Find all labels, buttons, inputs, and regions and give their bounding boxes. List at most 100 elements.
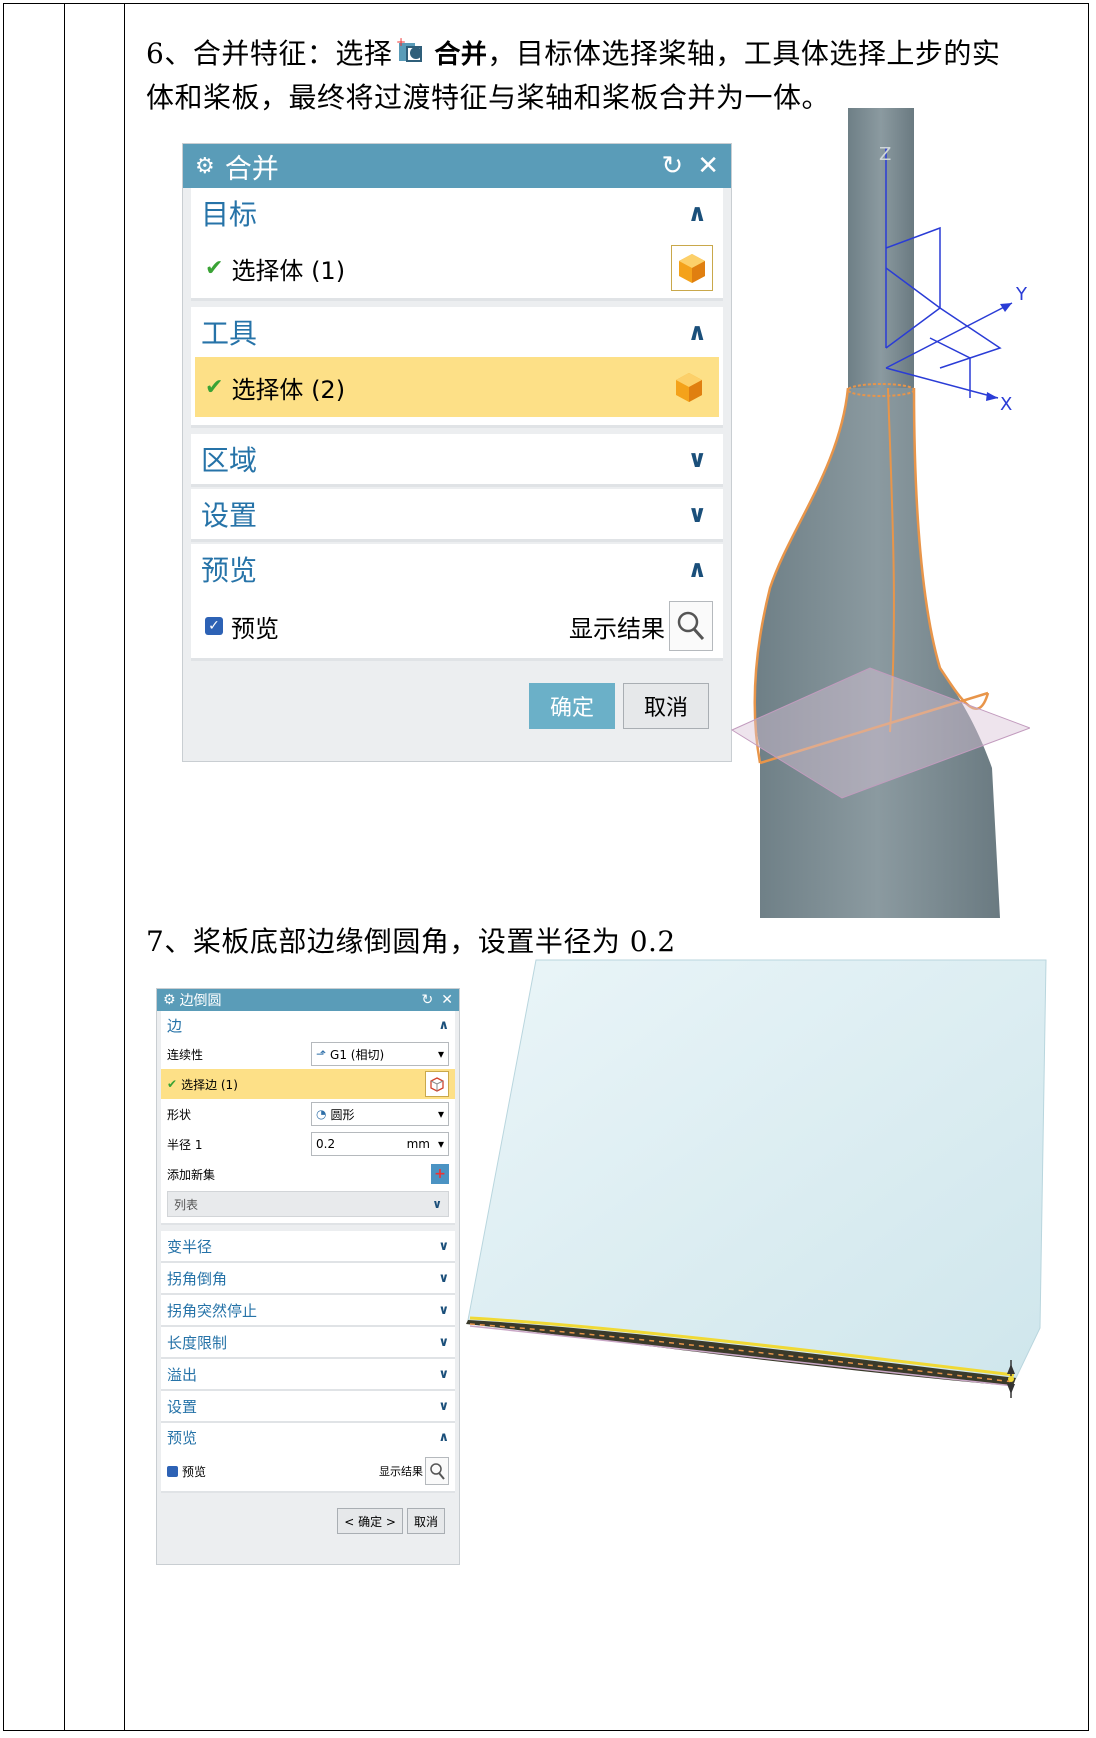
select-body-button[interactable]	[671, 245, 713, 291]
dialog-title: 合并	[224, 153, 279, 185]
unite-icon: +	[396, 35, 430, 78]
cube-icon	[676, 373, 702, 402]
cancel-button[interactable]: 取消	[623, 683, 709, 729]
chevron-down-icon[interactable]: ∨	[438, 1271, 449, 1286]
settings-section-header[interactable]: 设置 ∨	[191, 489, 723, 539]
cube-icon	[679, 254, 705, 283]
edge-section: 边 ∧ 连续性 ⬏ G1 (相切) ▾ ✔ 选择边 (1) 形状 ◔ 圆形 ▾	[161, 1011, 455, 1225]
close-icon[interactable]: ✕	[697, 151, 719, 181]
radius-unit: mm	[406, 1137, 430, 1151]
shape-select[interactable]: ◔ 圆形 ▾	[311, 1102, 449, 1126]
preview-checkbox-label: 预览	[182, 1464, 207, 1479]
reset-icon[interactable]: ↻	[661, 151, 683, 181]
cancel-button[interactable]: 取消	[406, 1508, 445, 1534]
magnifier-icon	[430, 1463, 445, 1480]
preview-section-header[interactable]: 预览 ∧	[191, 544, 723, 594]
region-section: 区域 ∨	[191, 434, 723, 487]
dialog-titlebar: ⚙ 合并 ↻ ✕	[183, 144, 731, 188]
checkmark-icon: ✔	[205, 374, 224, 400]
ok-button[interactable]: < 确定 >	[337, 1508, 403, 1534]
preview-row: 预览 显示结果	[161, 1451, 455, 1491]
step7-paragraph: 7、桨板底部边缘倒圆角，设置半径为 0.2	[146, 925, 676, 958]
chevron-up-icon[interactable]: ∧	[688, 318, 708, 346]
add-new-set-button[interactable]: +	[431, 1164, 449, 1184]
preview-section: 预览 ∧ 预览 显示结果	[161, 1423, 455, 1493]
checkmark-icon: ✔	[205, 255, 224, 281]
chevron-down-icon[interactable]: ∨	[438, 1303, 449, 1318]
continuity-row: 连续性 ⬏ G1 (相切) ▾	[161, 1039, 455, 1069]
table-column-divider-1	[64, 3, 65, 1731]
preview-section-header[interactable]: 预览 ∧	[161, 1423, 455, 1451]
tangent-icon: ⬏	[316, 1047, 327, 1061]
list-toggle[interactable]: 列表 ∨	[167, 1191, 449, 1217]
tool-section-header[interactable]: 工具 ∧	[191, 307, 723, 357]
preview-section: 预览 ∧ ✓ 预览 显示结果	[191, 544, 723, 661]
continuity-select[interactable]: ⬏ G1 (相切) ▾	[311, 1042, 449, 1066]
edge-blend-dialog: ⚙ 边倒圆 ↻ ✕ 边 ∧ 连续性 ⬏ G1 (相切) ▾ ✔ 选择边 (1)	[156, 988, 460, 1565]
chevron-down-icon[interactable]: ∨	[438, 1399, 449, 1414]
dropdown-arrow-icon: ▾	[437, 1047, 444, 1061]
chevron-up-icon[interactable]: ∧	[688, 199, 708, 227]
step6-paragraph: 6、合并特征：选择 + 合并，目标体选择桨轴，工具体选择上步的实 体和桨板，最终将过…	[146, 35, 1001, 114]
chevron-down-icon[interactable]: ∨	[688, 500, 708, 528]
preview-checkbox[interactable]	[167, 1465, 178, 1477]
select-edge-row[interactable]: ✔ 选择边 (1)	[161, 1069, 455, 1099]
dialog-title: 边倒圆	[179, 993, 222, 1009]
select-tool-body-row[interactable]: ✔ 选择体 (2)	[195, 357, 719, 417]
variable-radius-section[interactable]: 变半径 ∨	[161, 1231, 455, 1263]
target-section-header[interactable]: 目标 ∧	[191, 188, 723, 238]
preview-checkbox[interactable]: ✓	[205, 617, 223, 635]
axis-x-label: X	[1000, 394, 1012, 415]
ok-button[interactable]: 确定	[529, 683, 615, 729]
gear-icon[interactable]: ⚙	[195, 154, 215, 179]
transition-body	[754, 388, 1000, 918]
show-result-button[interactable]	[425, 1457, 449, 1485]
select-edge-button[interactable]	[425, 1071, 449, 1097]
preview-row: ✓ 预览 显示结果	[191, 594, 723, 658]
settings-section: 设置 ∨	[191, 489, 723, 542]
shaft-blade-model: Z Y X	[730, 108, 1030, 918]
axis-z-label: Z	[879, 144, 891, 165]
radius-row: 半径 1 0.2 mm ▾	[161, 1129, 455, 1159]
axis-y-label: Y	[1015, 284, 1028, 305]
dialog-footer: 确定 取消	[183, 661, 731, 751]
circular-shape-icon: ◔	[316, 1107, 327, 1121]
region-section-header[interactable]: 区域 ∨	[191, 434, 723, 484]
add-new-set-row: 添加新集 +	[161, 1159, 455, 1189]
reset-icon[interactable]: ↻	[422, 992, 434, 1008]
chevron-up-icon[interactable]: ∧	[438, 1430, 449, 1445]
preview-checkbox-label: 预览	[231, 614, 279, 643]
dropdown-arrow-icon: ▾	[437, 1137, 444, 1151]
chevron-down-icon[interactable]: ∨	[438, 1367, 449, 1382]
show-result-label: 显示结果	[379, 1465, 423, 1478]
overflow-section[interactable]: 溢出 ∨	[161, 1359, 455, 1391]
radius-input[interactable]: 0.2 mm ▾	[311, 1132, 449, 1156]
edge-section-header[interactable]: 边 ∧	[161, 1011, 455, 1039]
select-target-body-row[interactable]: ✔ 选择体 (1)	[191, 238, 723, 298]
unite-icon-label: 合并	[434, 40, 488, 70]
target-section: 目标 ∧ ✔ 选择体 (1)	[191, 188, 723, 301]
show-result-button[interactable]	[669, 601, 713, 651]
gear-icon[interactable]: ⚙	[163, 992, 176, 1008]
dialog-titlebar: ⚙ 边倒圆 ↻ ✕	[157, 989, 459, 1011]
chevron-down-icon: ∨	[432, 1197, 442, 1211]
show-result-label: 显示结果	[569, 614, 665, 643]
settings-section[interactable]: 设置 ∨	[161, 1391, 455, 1423]
edge-cube-icon	[430, 1076, 444, 1092]
corner-setback-section[interactable]: 拐角倒角 ∨	[161, 1263, 455, 1295]
chevron-up-icon[interactable]: ∧	[688, 555, 708, 583]
select-body-button[interactable]	[669, 365, 709, 409]
x-arrow-icon	[986, 392, 998, 401]
chevron-up-icon[interactable]: ∧	[438, 1018, 449, 1033]
svg-text:+: +	[396, 37, 407, 49]
chevron-down-icon[interactable]: ∨	[438, 1239, 449, 1254]
close-icon[interactable]: ✕	[441, 992, 453, 1008]
chevron-down-icon[interactable]: ∨	[438, 1335, 449, 1350]
chevron-down-icon[interactable]: ∨	[688, 445, 708, 473]
length-limit-section[interactable]: 长度限制 ∨	[161, 1327, 455, 1359]
unite-dialog: ⚙ 合并 ↻ ✕ 目标 ∧ ✔ 选择体 (1) 工具 ∧ ✔ 选择体 (2) 区…	[182, 143, 732, 762]
blade-plate-surface	[467, 959, 1047, 1379]
dialog-footer: < 确定 > 取消	[157, 1493, 459, 1549]
magnifier-icon	[677, 611, 705, 641]
stop-short-of-corner-section[interactable]: 拐角突然停止 ∨	[161, 1295, 455, 1327]
